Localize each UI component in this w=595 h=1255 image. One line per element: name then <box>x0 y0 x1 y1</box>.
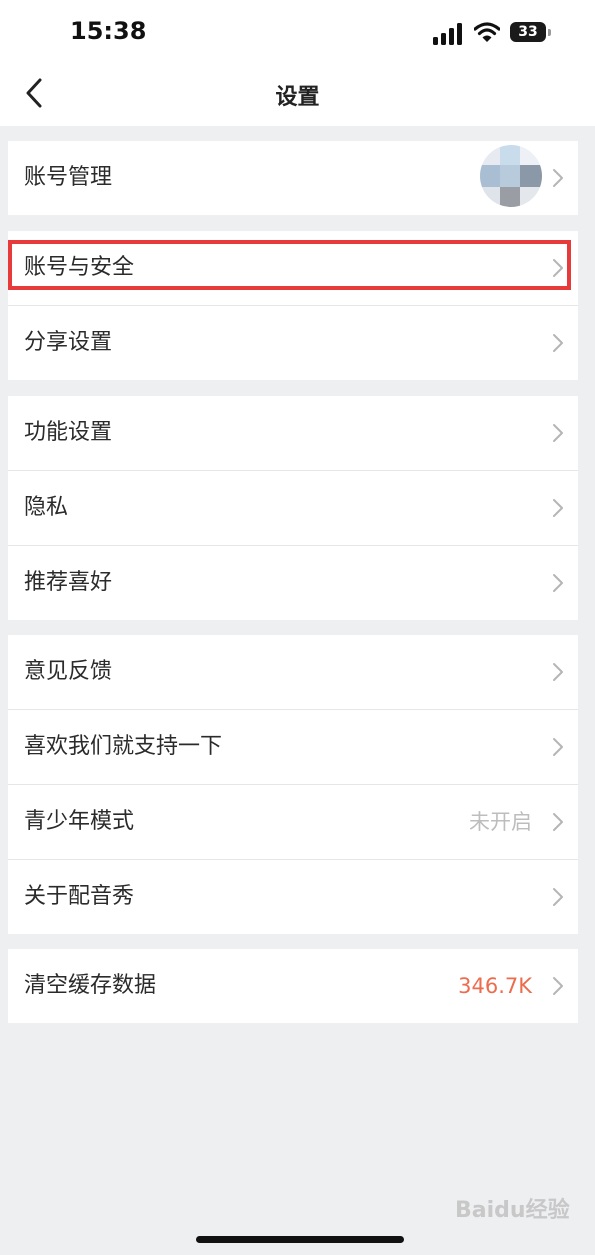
status-bar: 15:38 33 <box>0 0 595 62</box>
row-teen-mode[interactable]: 青少年模式 未开启 <box>8 784 578 859</box>
chevron-right-icon <box>553 977 563 995</box>
home-indicator[interactable] <box>196 1236 404 1243</box>
chevron-right-icon <box>553 574 563 592</box>
row-privacy[interactable]: 隐私 <box>8 470 578 545</box>
row-feedback[interactable]: 意见反馈 <box>8 635 578 709</box>
watermark: Baidu经验 <box>455 1198 570 1223</box>
row-label: 清空缓存数据 <box>24 973 157 998</box>
chevron-right-icon <box>553 663 563 681</box>
row-feature-settings[interactable]: 功能设置 <box>8 396 578 470</box>
highlight-box <box>8 240 571 290</box>
chevron-right-icon <box>553 813 563 831</box>
chevron-right-icon <box>553 424 563 442</box>
row-label: 推荐喜好 <box>24 570 113 595</box>
battery-level: 33 <box>510 22 546 42</box>
avatar[interactable] <box>480 143 542 209</box>
row-label: 账号管理 <box>24 165 113 190</box>
row-about[interactable]: 关于配音秀 <box>8 859 578 934</box>
battery-tip <box>548 29 551 36</box>
cellular-signal-icon <box>433 23 462 45</box>
status-time: 15:38 <box>70 17 147 45</box>
chevron-right-icon <box>553 169 563 187</box>
row-label: 隐私 <box>24 495 69 520</box>
wifi-icon <box>474 22 500 42</box>
settings-group-cache: 清空缓存数据 346.7K <box>8 949 578 1023</box>
row-label: 功能设置 <box>24 420 113 445</box>
page-title: 设置 <box>275 85 320 110</box>
row-label: 青少年模式 <box>24 809 135 834</box>
row-account-management[interactable]: 账号管理 <box>8 141 578 215</box>
battery-icon: 33 <box>510 22 552 42</box>
cache-size: 346.7K <box>458 974 532 998</box>
row-support-us[interactable]: 喜欢我们就支持一下 <box>8 709 578 784</box>
settings-group-about: 意见反馈 喜欢我们就支持一下 青少年模式 未开启 关于配音秀 <box>8 635 578 934</box>
row-label: 分享设置 <box>24 330 113 355</box>
row-clear-cache[interactable]: 清空缓存数据 346.7K <box>8 949 578 1023</box>
row-label: 喜欢我们就支持一下 <box>24 734 223 759</box>
teen-mode-status: 未开启 <box>469 810 532 834</box>
row-recommend-preferences[interactable]: 推荐喜好 <box>8 545 578 620</box>
chevron-right-icon <box>553 738 563 756</box>
row-share-settings[interactable]: 分享设置 <box>8 305 578 380</box>
chevron-right-icon <box>553 888 563 906</box>
settings-group-features: 功能设置 隐私 推荐喜好 <box>8 396 578 620</box>
row-label: 意见反馈 <box>24 659 113 684</box>
chevron-right-icon <box>553 334 563 352</box>
settings-group-account: 账号管理 <box>8 141 578 215</box>
nav-bar: 设置 <box>0 62 595 126</box>
row-label: 关于配音秀 <box>24 884 135 909</box>
chevron-right-icon <box>553 499 563 517</box>
